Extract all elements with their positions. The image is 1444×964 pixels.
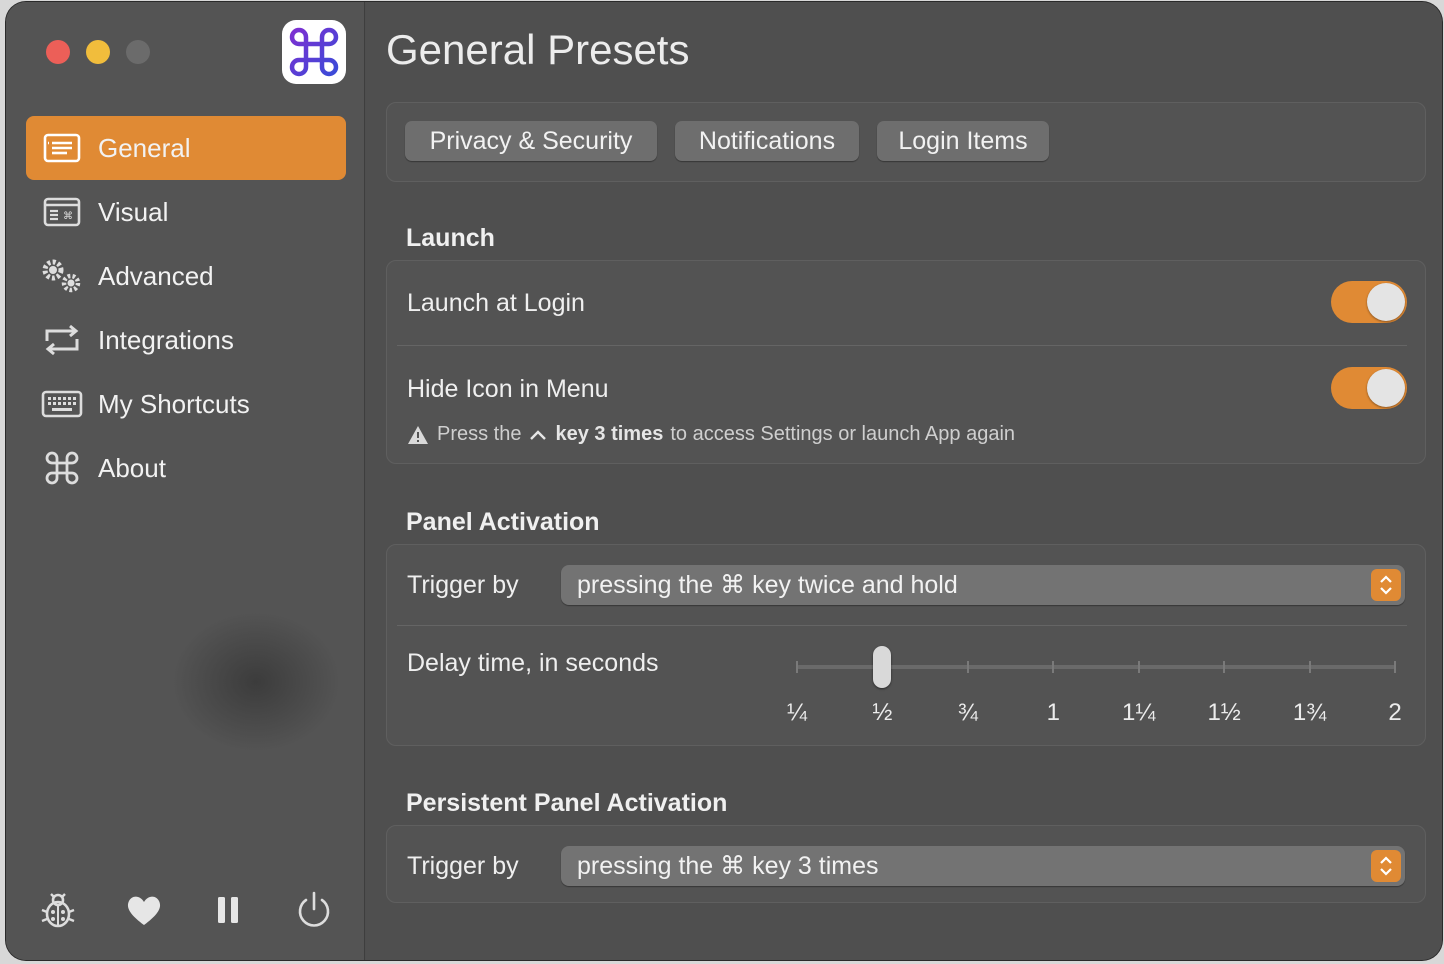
slider-tick-label: 2 (1388, 699, 1402, 726)
sidebar: General ⌘ Visual Advanced Integrations M… (6, 2, 365, 960)
slider-tick-label: ½ (872, 699, 893, 726)
keyboard-panel-icon: ⌘ (26, 180, 98, 244)
login-items-button[interactable]: Login Items (877, 121, 1049, 161)
gears-icon (26, 244, 98, 308)
sidebar-item-label: Advanced (98, 260, 214, 291)
launch-at-login-label: Launch at Login (407, 289, 585, 317)
list-icon (26, 116, 98, 180)
panel-activation-card: Trigger by pressing the ⌘ key twice and … (386, 544, 1426, 746)
divider (397, 345, 1407, 346)
app-logo (282, 20, 346, 84)
slider-tick (1137, 661, 1140, 673)
persistent-activation-title: Persistent Panel Activation (406, 789, 728, 817)
quick-links-card: Privacy & Security Notifications Login I… (386, 102, 1426, 182)
sync-icon (26, 308, 98, 372)
slider-tick (966, 661, 969, 673)
divider (397, 625, 1407, 626)
launch-at-login-toggle[interactable] (1331, 281, 1407, 323)
bug-icon[interactable] (36, 888, 80, 932)
note-key: key 3 times (555, 423, 664, 445)
toggle-knob (1367, 283, 1405, 321)
sidebar-item-label: Visual (98, 196, 169, 227)
note-prefix: Press the (437, 423, 522, 445)
keyboard-icon (26, 372, 98, 436)
page-title: General Presets (386, 26, 690, 73)
sidebar-item-my-shortcuts[interactable]: My Shortcuts (26, 372, 346, 436)
launch-card: Launch at Login Hide Icon in Menu Press … (386, 260, 1426, 464)
persistent-trigger-value: pressing the ⌘ key 3 times (577, 852, 879, 880)
heart-icon[interactable] (122, 888, 166, 932)
sidebar-item-about[interactable]: About (26, 436, 346, 500)
sidebar-bottom-bar (6, 882, 365, 938)
sidebar-item-label: General (98, 132, 191, 163)
hide-icon-toggle[interactable] (1331, 367, 1407, 409)
sidebar-item-visual[interactable]: ⌘ Visual (26, 180, 346, 244)
command-icon (26, 436, 98, 500)
hide-icon-label: Hide Icon in Menu (407, 375, 609, 403)
note-suffix: to access Settings or launch App again (670, 423, 1016, 445)
panel-activation-title: Panel Activation (406, 508, 600, 536)
sidebar-item-integrations[interactable]: Integrations (26, 308, 346, 372)
persistent-trigger-select[interactable]: pressing the ⌘ key 3 times (561, 846, 1405, 886)
main-content: General Presets Privacy & Security Notif… (366, 2, 1442, 960)
minimize-window-button[interactable] (86, 40, 110, 64)
persistent-trigger-label: Trigger by (407, 852, 519, 880)
trigger-select-value: pressing the ⌘ key twice and hold (577, 571, 958, 599)
slider-tick-label: ¾ (957, 699, 978, 726)
slider-tick-label: 1¾ (1292, 699, 1327, 726)
warning-icon (407, 425, 429, 445)
slider-tick (1394, 661, 1396, 673)
slider-tick (796, 661, 798, 673)
launch-section-title: Launch (406, 224, 495, 252)
slider-thumb[interactable] (873, 646, 892, 688)
slider-tick-label: ¼ (786, 699, 807, 726)
slider-tick-label: 1½ (1207, 699, 1241, 726)
app-window: General ⌘ Visual Advanced Integrations M… (6, 2, 1442, 960)
trigger-select[interactable]: pressing the ⌘ key twice and hold (561, 565, 1405, 605)
command-logo-icon (289, 27, 339, 77)
trigger-label: Trigger by (407, 571, 519, 599)
close-window-button[interactable] (46, 40, 70, 64)
zoom-window-button[interactable] (126, 40, 150, 64)
sidebar-nav: General ⌘ Visual Advanced Integrations M… (26, 116, 346, 500)
toggle-knob (1367, 369, 1405, 407)
sidebar-item-label: About (98, 452, 166, 483)
slider-tick (1052, 661, 1055, 673)
slider-tick (1223, 661, 1226, 673)
slider-tick (1308, 661, 1311, 673)
power-icon[interactable] (292, 888, 336, 932)
sidebar-item-label: My Shortcuts (98, 388, 250, 419)
slider-tick-label: 1 (1046, 699, 1060, 726)
notifications-button[interactable]: Notifications (675, 121, 859, 161)
delay-label: Delay time, in seconds (407, 649, 659, 677)
persistent-activation-card: Trigger by pressing the ⌘ key 3 times (386, 825, 1426, 903)
chevron-up-down-icon (1371, 569, 1401, 601)
svg-text:⌘: ⌘ (63, 211, 73, 222)
sidebar-item-advanced[interactable]: Advanced (26, 244, 346, 308)
hide-icon-note: Press the key 3 times to access Settings… (407, 423, 1015, 446)
privacy-security-button[interactable]: Privacy & Security (405, 121, 657, 161)
control-key-icon (529, 429, 547, 441)
sidebar-item-label: Integrations (98, 324, 234, 355)
sidebar-item-general[interactable]: General (26, 116, 346, 180)
chevron-up-down-icon (1371, 850, 1401, 882)
slider-tick-label: 1¼ (1122, 699, 1156, 726)
pause-icon[interactable] (206, 888, 250, 932)
